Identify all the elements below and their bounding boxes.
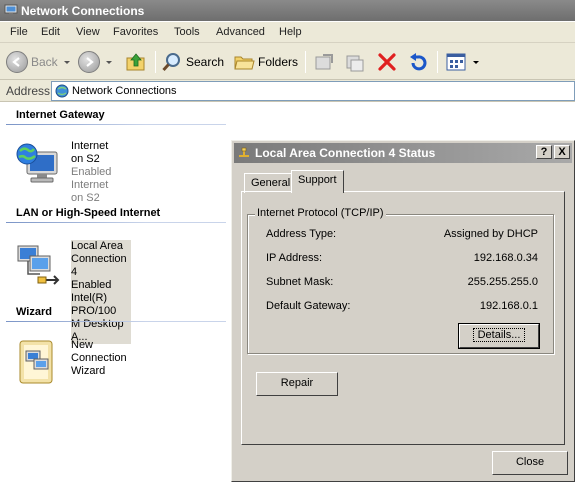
connection-device: Internet on S2 [71,179,109,204]
group-header-internet-gateway: Internet Gateway [6,109,226,125]
close-button[interactable]: Close [492,451,568,475]
menu-help[interactable]: Help [279,26,302,38]
address-bar: Address Network Connections [0,80,575,102]
menu-tools[interactable]: Tools [174,26,200,38]
network-connections-icon [4,4,18,15]
delete-icon [378,53,396,71]
tab-support[interactable]: Support [291,170,344,193]
toolbar-separator [437,51,438,73]
connection-status-dialog: Local Area Connection 4 Status ? X Gener… [231,140,575,482]
address-value: Network Connections [72,85,177,97]
address-label: Address [6,84,51,98]
field-value: Assigned by DHCP [443,228,538,240]
connection-status: Enabled [71,279,112,291]
dialog-title: Local Area Connection 4 Status [255,146,436,160]
forward-arrow-icon [78,51,100,73]
address-field[interactable]: Network Connections [51,81,575,101]
connection-name: Local Area Connection 4 [71,240,127,278]
delete-button[interactable] [376,49,398,75]
search-button[interactable]: Search [161,49,224,75]
tcpip-group-label: Internet Protocol (TCP/IP) [255,207,386,219]
menu-edit[interactable]: Edit [41,26,60,38]
views-icon [446,53,466,71]
lan-connection-icon [17,245,60,285]
details-button[interactable]: Details... [458,323,540,349]
title-close-button[interactable]: X [554,145,570,159]
menu-bar: File Edit View Favorites Tools Advanced … [0,22,575,43]
back-arrow-icon [6,51,28,73]
folders-button[interactable]: Folders [233,49,298,75]
connection-status: Enabled [71,166,112,178]
back-button[interactable]: Back [6,49,70,75]
copy-to-button[interactable] [343,49,365,75]
repair-label: Repair [280,377,314,389]
menu-advanced[interactable]: Advanced [216,26,265,38]
field-label: Subnet Mask: [266,276,334,288]
details-label: Details... [472,328,526,342]
connection-text: Local Area Connection 4 Enabled Intel(R)… [71,240,131,344]
move-to-icon [315,54,333,70]
field-value: 192.168.0.1 [479,300,538,312]
field-value: 255.255.255.0 [467,276,538,288]
forward-button[interactable] [78,49,112,75]
back-dropdown-icon[interactable] [63,60,70,64]
help-button[interactable]: ? [536,145,552,159]
repair-button[interactable]: Repair [256,372,338,396]
up-folder-button[interactable] [125,49,147,75]
field-label: IP Address: [266,252,323,264]
connection-wizard-icon [19,340,53,384]
move-to-button[interactable] [313,49,335,75]
menu-view[interactable]: View [76,26,100,38]
toolbar: Back Search Folders [0,43,575,80]
close-label: Close [515,456,545,468]
field-value: 192.168.0.34 [473,252,538,264]
field-label: Default Gateway: [266,300,351,312]
network-connections-icon [55,84,69,98]
toolbar-separator [305,51,306,73]
up-folder-icon [126,53,145,71]
connection-text: Internet on S2 Enabled Internet on S2 [71,140,111,205]
back-label: Back [31,55,58,69]
forward-dropdown-icon[interactable] [106,60,112,64]
menu-file[interactable]: File [10,26,28,38]
internet-gateway-icon [16,143,58,183]
views-dropdown-icon[interactable] [473,60,479,64]
undo-icon [410,53,427,71]
folders-label: Folders [258,55,299,69]
field-label: Address Type: [266,228,337,240]
toolbar-separator [155,51,156,73]
tab-general[interactable]: General [244,173,298,193]
window-title: Network Connections [21,4,145,18]
connection-name: Internet on S2 [71,140,109,165]
search-icon [162,53,180,72]
group-header-lan: LAN or High-Speed Internet [6,207,226,223]
views-button[interactable] [445,49,479,75]
network-plug-icon [239,147,249,157]
connection-name: New Connection Wizard [71,339,127,377]
dialog-titlebar[interactable]: Local Area Connection 4 Status ? X [234,143,572,163]
search-label: Search [186,55,225,69]
connection-text: New Connection Wizard [71,339,127,378]
copy-to-icon [346,55,364,72]
window-titlebar[interactable]: Network Connections [0,0,575,21]
folders-icon [234,56,255,70]
menu-favorites[interactable]: Favorites [113,26,158,38]
undo-button[interactable] [407,49,429,75]
group-header-wizard: Wizard [6,306,226,322]
